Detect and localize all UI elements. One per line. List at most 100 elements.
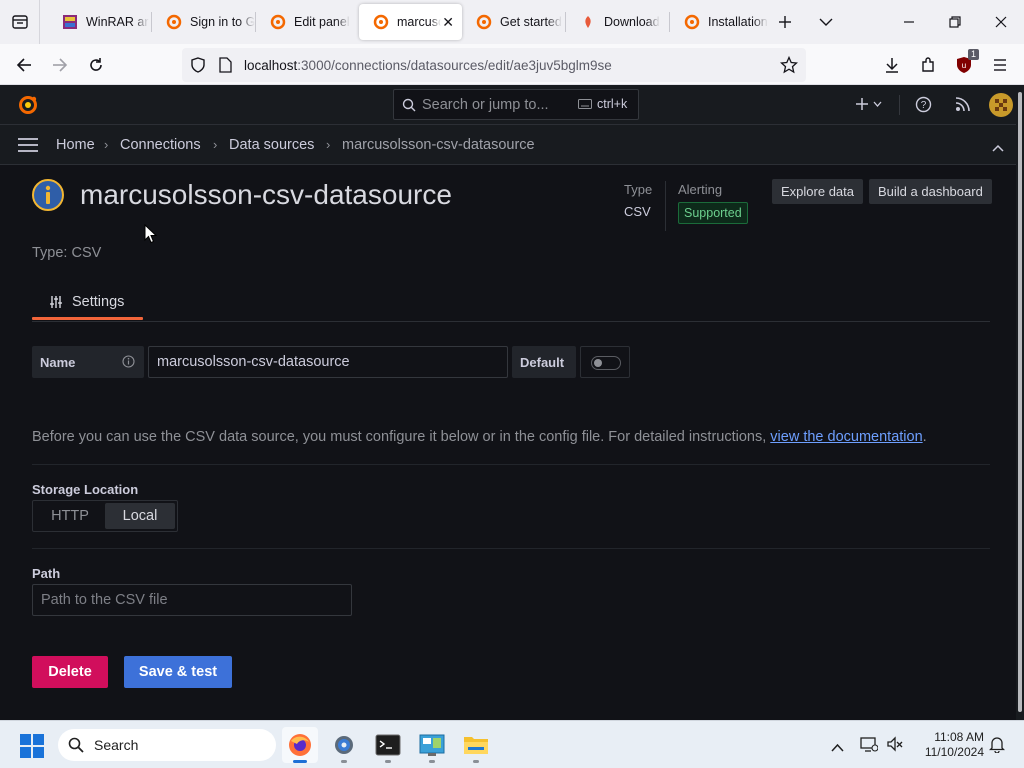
back-button[interactable] (11, 52, 37, 78)
documentation-link[interactable]: view the documentation (770, 429, 922, 445)
close-tab-icon[interactable]: ✕ (442, 14, 454, 30)
help-icon: ? (915, 96, 932, 113)
delete-button[interactable]: Delete (32, 656, 108, 688)
meta-divider (665, 181, 666, 231)
scrollbar-thumb[interactable] (1018, 92, 1022, 712)
file-explorer-taskbar-button[interactable] (458, 727, 494, 763)
windows-taskbar: Search 11:08 AM 11/10/2024 (0, 720, 1024, 768)
settings-taskbar-button[interactable] (326, 727, 362, 763)
datasource-name-input[interactable]: marcusolsson-csv-datasource (148, 346, 508, 378)
grafana-favicon-icon (373, 14, 389, 30)
grafana-favicon-icon (476, 14, 492, 30)
search-shortcut-label: ctrl+k (597, 97, 628, 111)
browser-tab[interactable]: WinRAR ar (48, 4, 151, 40)
breadcrumb-current: marcusolsson-csv-datasource (342, 137, 535, 153)
storage-option-local[interactable]: Local (105, 503, 175, 529)
chevron-up-icon (831, 743, 844, 752)
browser-tab[interactable]: Download (566, 4, 669, 40)
ublock-extension-button[interactable]: u 1 (951, 49, 979, 78)
chevron-up-icon (992, 144, 1004, 152)
reload-button[interactable] (83, 52, 109, 78)
name-field-label: Name (32, 346, 144, 378)
volume-muted-icon[interactable] (886, 736, 904, 757)
default-toggle[interactable] (591, 356, 621, 370)
bookmark-star-icon[interactable] (779, 55, 799, 79)
grafana-logo-icon[interactable] (17, 94, 39, 121)
new-item-button[interactable] (855, 97, 882, 111)
news-button[interactable] (955, 96, 971, 117)
new-tab-button[interactable] (762, 0, 808, 44)
notification-bell-icon[interactable] (988, 736, 1006, 758)
build-dashboard-button[interactable]: Build a dashboard (869, 179, 992, 204)
browser-tab[interactable]: Sign in to G (152, 4, 255, 40)
explore-data-button[interactable]: Explore data (772, 179, 863, 204)
url-bar[interactable]: localhost:3000/connections/datasources/e… (182, 48, 806, 82)
path-input[interactable]: Path to the CSV file (32, 584, 352, 616)
taskbar-search[interactable]: Search (58, 729, 276, 761)
windows-start-icon[interactable] (20, 734, 44, 763)
help-text: Before you can use the CSV data source, … (32, 429, 927, 445)
save-test-button[interactable]: Save & test (124, 656, 232, 688)
app-indicator (341, 760, 347, 763)
tab-overview-button[interactable] (0, 0, 40, 44)
browser-tab-active[interactable]: marcuso ✕ (359, 4, 462, 40)
search-placeholder: Search or jump to... (422, 97, 549, 113)
show-hidden-icons-button[interactable] (831, 739, 844, 757)
download-favicon-icon (580, 14, 596, 30)
rss-icon (955, 97, 970, 112)
sliders-icon (50, 296, 62, 308)
default-field-label: Default (512, 346, 576, 378)
section-divider (32, 548, 990, 549)
menu-toggle-button[interactable] (18, 138, 38, 157)
collapse-button[interactable] (992, 139, 1004, 157)
restore-icon (949, 16, 961, 28)
arrow-right-icon (53, 58, 68, 72)
info-icon[interactable] (122, 355, 135, 371)
main-content: marcusolsson-csv-datasource Type: CSV Ty… (0, 165, 1016, 720)
firefox-taskbar-button[interactable] (282, 727, 318, 763)
page-title: marcusolsson-csv-datasource (80, 179, 452, 210)
extensions-button[interactable] (915, 52, 941, 78)
help-text-end: . (922, 429, 927, 445)
toggle-knob (594, 359, 602, 367)
gear-icon (335, 736, 353, 754)
storage-location-radio-group: HTTP Local (32, 500, 178, 532)
chevron-right-icon: › (213, 137, 218, 152)
chevron-down-icon (873, 101, 882, 107)
forward-button[interactable] (47, 52, 73, 78)
tab-label: Download (604, 15, 660, 29)
terminal-taskbar-button[interactable] (370, 727, 406, 763)
system-clock[interactable]: 11:08 AM 11/10/2024 (916, 730, 984, 760)
browser-tab[interactable]: Installation (670, 4, 773, 40)
tab-label: Edit panel (294, 15, 350, 29)
close-window-button[interactable] (978, 0, 1024, 44)
list-all-tabs-button[interactable] (803, 0, 849, 44)
user-avatar[interactable] (989, 93, 1013, 122)
restore-button[interactable] (932, 0, 978, 44)
grafana-search-bar[interactable]: Search or jump to... ctrl+k (393, 89, 639, 120)
browser-tab[interactable]: Edit panel (256, 4, 359, 40)
page-info-icon[interactable] (218, 57, 232, 78)
control-panel-taskbar-button[interactable] (414, 727, 450, 763)
search-icon (402, 98, 416, 117)
help-button[interactable]: ? (915, 96, 932, 118)
breadcrumb-data-sources[interactable]: Data sources (229, 137, 314, 153)
downloads-button[interactable] (879, 52, 905, 78)
plus-icon (779, 16, 791, 28)
tab-settings[interactable]: Settings (32, 283, 143, 321)
app-menu-button[interactable] (987, 52, 1013, 78)
shield-icon[interactable] (190, 57, 206, 78)
breadcrumb-home[interactable]: Home (56, 137, 95, 153)
arrow-left-icon (16, 58, 31, 72)
app-indicator (473, 760, 479, 763)
minimize-icon (904, 21, 914, 23)
breadcrumb-connections[interactable]: Connections (120, 137, 201, 153)
url-path: :3000/connections/datasources/edit/ae3ju… (297, 58, 612, 73)
network-icon[interactable] (860, 736, 879, 757)
active-tab-indicator (32, 317, 143, 320)
minimize-button[interactable] (886, 0, 932, 44)
type-meta-value: CSV (624, 204, 651, 219)
storage-option-http[interactable]: HTTP (35, 503, 105, 529)
app-indicator (429, 760, 435, 763)
browser-tab[interactable]: Get started (462, 4, 565, 40)
